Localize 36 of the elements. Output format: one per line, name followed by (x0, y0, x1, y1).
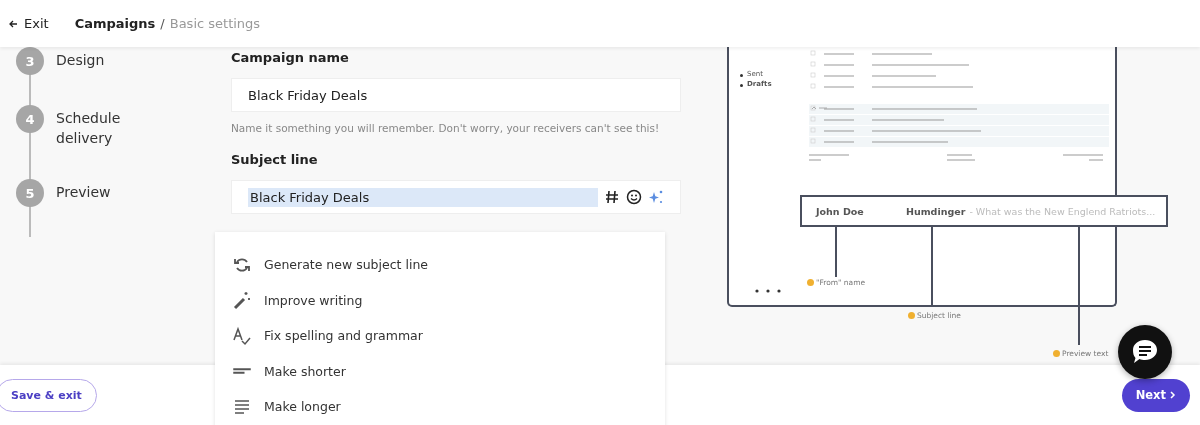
sparkle-icon[interactable] (648, 189, 664, 205)
chat-button[interactable] (1118, 325, 1172, 379)
magic-wand-icon (232, 290, 252, 311)
spellcheck-icon (232, 325, 252, 346)
menu-item[interactable]: Generate new subject line (215, 247, 665, 283)
save-exit-button[interactable]: Save & exit (0, 378, 97, 412)
menu-item[interactable]: Fix spelling and grammar (215, 318, 665, 354)
step-number: 3 (16, 47, 44, 75)
hashtag-icon[interactable] (604, 189, 620, 205)
field-label: Subject line (231, 152, 319, 167)
next-button[interactable]: Next (1121, 378, 1190, 412)
breadcrumb-separator: / (160, 16, 165, 31)
chat-bubble-icon (1130, 338, 1160, 366)
menu-item[interactable]: Improve writing (215, 282, 665, 318)
more-dots-icon (755, 289, 781, 293)
subject-line-field[interactable]: Black Friday Deals (248, 187, 598, 207)
campaign-name-field[interactable]: Black Friday Deals (231, 78, 681, 112)
breadcrumb-current: Basic settings (169, 16, 261, 31)
menu-item[interactable]: Make shorter (215, 353, 665, 389)
short-lines-icon (232, 368, 252, 375)
breadcrumb-link[interactable]: Campaigns (74, 16, 156, 31)
step-label[interactable]: Schedule delivery (56, 108, 136, 148)
email-subject: Humdinger (906, 205, 966, 217)
sender-name: John Doe (816, 205, 865, 217)
menu-item[interactable]: Make longer (215, 389, 665, 425)
back-arrow-icon (8, 18, 18, 29)
exit-link[interactable]: Exit (8, 16, 49, 31)
chevron-right-icon (1170, 391, 1176, 399)
step-label[interactable]: Preview (56, 182, 136, 202)
step-number: 5 (16, 179, 44, 207)
email-preview-text: - What was the New Englend Ratriots... (969, 205, 1156, 217)
step-number: 4 (16, 105, 44, 133)
emoji-icon[interactable] (626, 189, 642, 205)
field-label: Campaign name (231, 50, 350, 65)
field-hint: Name it something you will remember. Don't worry, your receivers can't see this! (231, 122, 661, 134)
step-label[interactable]: Design (56, 50, 136, 70)
